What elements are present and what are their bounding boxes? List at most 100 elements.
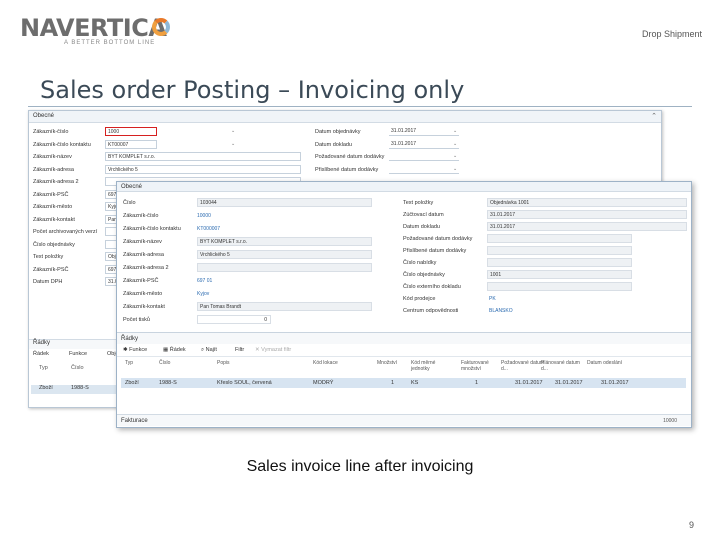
field-input[interactable]: 31.01.2017 <box>487 222 687 231</box>
collapse-icon[interactable]: ⌃ <box>651 112 657 120</box>
field-label: Zákazník-kontakt <box>123 304 165 310</box>
field-input[interactable]: BYT KOMPLET s.r.o. <box>197 237 372 246</box>
field-input[interactable] <box>389 164 459 174</box>
column-header[interactable]: Popis <box>217 360 230 366</box>
field-label: Přislíbené datum dodávky <box>315 166 379 173</box>
clear-filter-button[interactable]: ✕ Vymazat filtr <box>255 344 291 357</box>
field-label: Číslo objednávky <box>33 241 75 248</box>
field-label: Přislíbené datum dodávky <box>403 248 467 254</box>
front-lines-table-header: Typ Číslo Popis Kód lokace Množství Kód měrné… <box>117 360 691 376</box>
functions-icon: ✱ <box>123 347 128 353</box>
field-label: Zúčtovací datum <box>403 212 444 218</box>
filter-button[interactable]: Filtr <box>235 344 244 357</box>
invoicing-section-header[interactable]: Fakturace 10000 <box>117 414 691 426</box>
field-input[interactable]: 1001 <box>487 270 632 279</box>
chevron-down-icon[interactable]: ⌄ <box>453 166 457 172</box>
slide-title: Sales order Posting – Invoicing only <box>40 76 465 104</box>
field-input[interactable]: 31.01.2017 <box>389 127 459 136</box>
table-cell: Křeslo SOUL, červená <box>217 380 272 386</box>
field-label: Datum DPH <box>33 279 63 285</box>
field-label: Zákazník-adresa <box>123 252 164 258</box>
front-header-label: Obecné <box>121 184 143 190</box>
field-input[interactable] <box>487 258 632 267</box>
field-input[interactable]: KT00007 <box>105 139 157 149</box>
field-label: Zákazník-adresa 2 <box>123 265 169 271</box>
column-header[interactable]: Kód lokace <box>313 360 338 366</box>
field-input[interactable]: 31.01.2017 <box>487 210 687 219</box>
section-header-label: Obecné <box>33 113 55 119</box>
table-cell: Zboží <box>125 380 139 386</box>
toolbar-functions-button[interactable]: Funkce <box>69 351 87 357</box>
field-input[interactable]: 31.01.2017 <box>389 139 459 149</box>
field-label: Zákazník-adresa 2 <box>33 179 79 185</box>
filter-label: Filtr <box>235 347 245 353</box>
field-label: Zákazník-číslo <box>33 129 69 135</box>
functions-menu[interactable]: ✱ Funkce <box>123 344 147 357</box>
line-label: Řádek <box>169 347 186 353</box>
field-input[interactable]: 103044 <box>197 198 372 207</box>
field-input[interactable]: Vrchlického 5 <box>105 164 301 174</box>
cell-number: 1988-S <box>71 385 89 391</box>
col-header-type: Typ <box>39 365 48 371</box>
field-label: Datum dokladu <box>315 141 352 148</box>
column-header[interactable]: Množství <box>377 360 397 366</box>
field-input[interactable]: Pan Tomas Brandt <box>197 302 372 311</box>
field-label: Zákazník-město <box>33 204 73 210</box>
field-label: Číslo externího dokladu <box>403 284 461 290</box>
field-link[interactable]: 10000 <box>197 211 211 221</box>
field-link[interactable]: Kyjov <box>197 289 209 299</box>
front-general-header[interactable]: Obecné <box>117 182 691 192</box>
invoicing-label: Fakturace <box>121 418 148 424</box>
toolbar-line-button[interactable]: Řádek <box>33 351 49 357</box>
field-input[interactable] <box>487 246 632 255</box>
table-cell: 31.01.2017 <box>515 380 543 386</box>
column-header[interactable]: Plánované datum d... <box>541 360 585 372</box>
front-lines-header[interactable]: Řádky <box>117 332 691 344</box>
field-label: Text položky <box>403 200 434 206</box>
field-label: Zákazník-název <box>123 239 162 245</box>
field-label: Zákazník-město <box>123 291 163 297</box>
chevron-down-icon[interactable]: ⌄ <box>453 153 457 159</box>
column-header[interactable]: Kód měrné jednotky <box>411 360 455 372</box>
field-input[interactable] <box>487 234 632 243</box>
field-link[interactable]: 697 01 <box>197 276 212 286</box>
field-input[interactable]: Vrchlického 5 <box>197 250 372 259</box>
field-input[interactable]: BYT KOMPLET s.r.o. <box>105 152 301 161</box>
table-cell: KS <box>411 380 419 386</box>
functions-label: Funkce <box>129 347 148 353</box>
title-divider <box>28 106 692 107</box>
column-header[interactable]: Požadované datum d... <box>501 360 545 372</box>
chevron-down-icon[interactable]: ⌄ <box>231 141 235 147</box>
find-button[interactable]: ⌕ Najít <box>201 344 217 357</box>
field-label: Zákazník-PSČ <box>33 266 69 273</box>
chevron-down-icon[interactable]: ⌄ <box>453 128 457 134</box>
cell-type: Zboží <box>39 385 53 391</box>
field-label: Číslo <box>123 200 136 206</box>
chevron-down-icon[interactable]: ⌄ <box>231 128 235 134</box>
invoicing-summary-value: 10000 <box>663 418 677 424</box>
column-header[interactable]: Datum odeslání <box>587 360 622 366</box>
field-label: Zákazník-název <box>33 154 72 160</box>
field-link[interactable]: KT000007 <box>197 224 220 234</box>
field-input[interactable]: 1000 <box>105 127 157 136</box>
field-input[interactable] <box>197 263 372 272</box>
front-lines-toolbar: ✱ Funkce ▦ Řádek ⌕ Najít Filtr ✕ Vymazat… <box>117 344 691 357</box>
field-label: Číslo objednávky <box>403 272 445 278</box>
general-section-header[interactable]: Obecné ⌃ <box>29 111 661 123</box>
field-link[interactable]: BLANSKO <box>489 306 513 316</box>
column-header[interactable]: Číslo <box>159 360 170 366</box>
table-row[interactable]: Zboží 1988-S Křeslo SOUL, červená MODRÝ 1 KS 1… <box>121 378 686 388</box>
field-link[interactable]: PK <box>489 294 496 304</box>
field-input[interactable]: 0 <box>197 315 271 324</box>
field-input[interactable] <box>389 152 459 161</box>
field-label: Datum objednávky <box>315 129 361 135</box>
chevron-down-icon[interactable]: ⌄ <box>453 141 457 147</box>
line-menu[interactable]: ▦ Řádek <box>163 344 186 357</box>
table-cell: MODRÝ <box>313 380 334 386</box>
column-header[interactable]: Fakturované množství <box>461 360 505 372</box>
column-header[interactable]: Typ <box>125 360 133 366</box>
field-label: Zákazník-adresa <box>33 166 74 173</box>
field-input[interactable]: Objednávka 1001 <box>487 198 687 207</box>
field-label: Zákazník-číslo kontaktu <box>123 226 181 232</box>
field-input[interactable] <box>487 282 632 291</box>
